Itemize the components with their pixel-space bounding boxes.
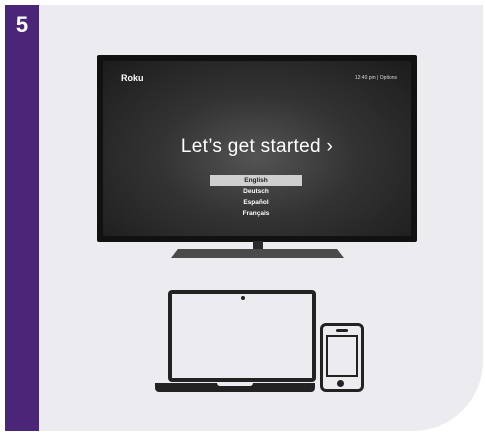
lets-get-started-heading: Let’s get started › <box>180 136 334 157</box>
step-stripe: 5 <box>5 5 39 431</box>
tv-status: 12:40 pm | Options <box>354 75 397 81</box>
phone-icon <box>320 323 364 392</box>
language-option-deutsch[interactable]: Deutsch <box>210 186 302 197</box>
language-option-espanol[interactable]: Español <box>210 197 302 208</box>
tv-icon: Roku 12:40 pm | Options Let’s get starte… <box>97 55 417 242</box>
laptop-base <box>155 383 315 392</box>
step-number: 5 <box>15 12 29 37</box>
tv-stand-neck <box>253 241 263 250</box>
laptop-icon <box>168 290 316 382</box>
phone-home-button <box>337 380 344 387</box>
language-option-francais[interactable]: Français <box>210 208 302 219</box>
roku-logo: Roku <box>121 73 144 83</box>
laptop-camera <box>241 296 245 300</box>
tv-display: Roku 12:40 pm | Options Let’s get starte… <box>103 61 411 236</box>
phone-speaker <box>336 329 348 332</box>
phone-screen <box>326 335 358 377</box>
laptop-notch <box>217 383 253 386</box>
setup-card: 5 Roku 12:40 pm | Options Let’s get star… <box>5 5 483 431</box>
language-list: English Deutsch Español Français <box>210 175 302 219</box>
language-option-english[interactable]: English <box>210 175 302 186</box>
tv-stand-base <box>171 249 344 258</box>
